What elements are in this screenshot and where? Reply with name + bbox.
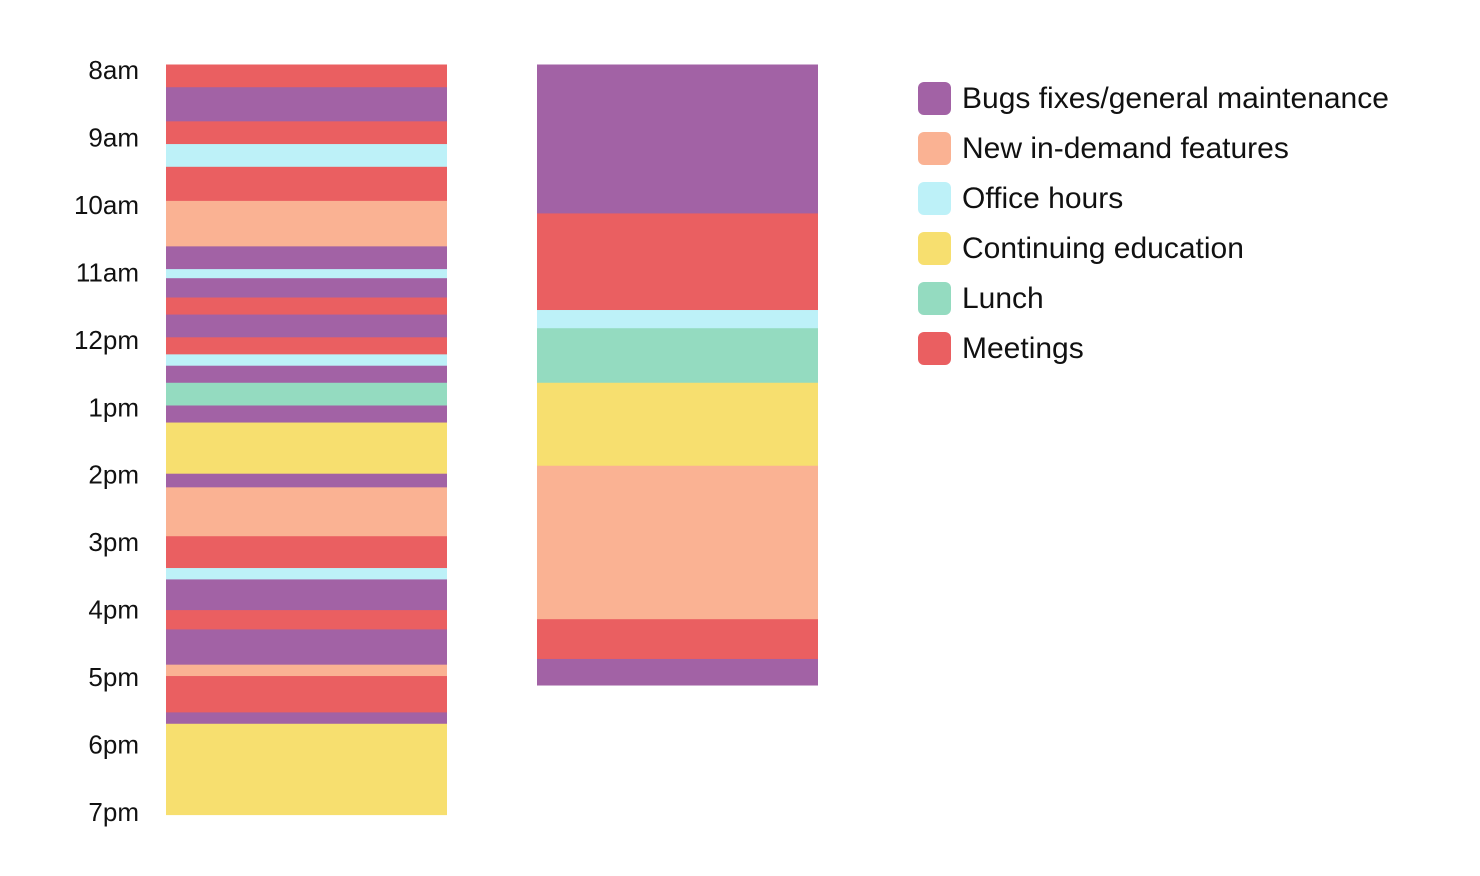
legend-swatch <box>918 231 951 265</box>
legend-swatch <box>918 281 951 315</box>
y-tick-label: 2pm <box>88 460 139 490</box>
segment-office <box>166 568 447 580</box>
y-tick-label: 10am <box>74 190 139 220</box>
segment-bugs <box>166 365 447 384</box>
y-tick-label: 12pm <box>74 325 139 355</box>
segment-lunch <box>166 382 447 406</box>
segment-office <box>537 310 818 329</box>
legend: Bugs fixes/general maintenance New in-dem… <box>918 73 1389 373</box>
segment-office <box>166 269 447 279</box>
segment-features <box>537 465 818 620</box>
segment-bugs <box>537 64 818 214</box>
segment-education <box>537 382 818 467</box>
y-axis: 8am 9am 10am 11am 12pm 1pm 2pm 3pm 4pm 5pm 6pm 7pm <box>74 55 139 827</box>
segment-bugs <box>166 87 447 122</box>
legend-swatch <box>918 131 951 165</box>
legend-label: Bugs fixes/general maintenance <box>962 81 1389 115</box>
segment-bugs <box>166 278 447 298</box>
y-tick-label: 3pm <box>88 527 139 557</box>
legend-swatch <box>918 331 951 365</box>
y-tick-label: 1pm <box>88 392 139 422</box>
y-tick-label: 4pm <box>88 595 139 625</box>
segment-bugs <box>166 473 447 488</box>
segment-meetings <box>166 64 447 88</box>
legend-label: Office hours <box>962 181 1124 215</box>
legend-item-features: New in-demand features <box>918 123 1389 173</box>
legend-item-office: Office hours <box>918 173 1389 223</box>
segment-bugs <box>166 246 447 270</box>
legend-item-lunch: Lunch <box>918 273 1389 323</box>
legend-item-bugs: Bugs fixes/general maintenance <box>918 73 1389 123</box>
segment-office <box>166 354 447 367</box>
segment-lunch <box>537 328 818 384</box>
segment-meetings <box>537 213 818 311</box>
segment-bugs <box>537 658 818 686</box>
legend-label: Meetings <box>962 331 1084 365</box>
segment-education <box>166 723 447 816</box>
y-tick-label: 5pm <box>88 662 139 692</box>
segment-features <box>166 487 447 537</box>
segment-office <box>166 144 447 168</box>
schedule-column-fragmented <box>166 64 447 816</box>
legend-label: Lunch <box>962 281 1044 315</box>
segment-meetings <box>166 610 447 630</box>
legend-swatch <box>918 81 951 115</box>
schedule-column-consolidated <box>537 64 818 686</box>
legend-item-meetings: Meetings <box>918 323 1389 373</box>
segment-bugs <box>166 712 447 725</box>
segment-meetings <box>166 536 447 569</box>
y-tick-label: 9am <box>88 122 139 152</box>
y-tick-label: 8am <box>88 55 139 85</box>
segment-meetings <box>166 337 447 355</box>
segment-features <box>166 200 447 247</box>
y-tick-label: 7pm <box>88 797 139 827</box>
y-tick-label: 6pm <box>88 730 139 760</box>
segment-meetings <box>166 166 447 202</box>
segment-bugs <box>166 579 447 611</box>
y-tick-label: 11am <box>76 257 139 287</box>
segment-bugs <box>166 314 447 338</box>
segment-meetings <box>166 121 447 145</box>
segment-bugs <box>166 629 447 666</box>
legend-label: Continuing education <box>962 231 1244 265</box>
legend-label: New in-demand features <box>962 131 1289 165</box>
segment-bugs <box>166 405 447 423</box>
segment-meetings <box>166 676 447 713</box>
segment-features <box>166 664 447 677</box>
legend-item-education: Continuing education <box>918 223 1389 273</box>
segment-meetings <box>537 619 818 660</box>
segment-meetings <box>166 297 447 315</box>
segment-education <box>166 422 447 475</box>
legend-swatch <box>918 181 951 215</box>
